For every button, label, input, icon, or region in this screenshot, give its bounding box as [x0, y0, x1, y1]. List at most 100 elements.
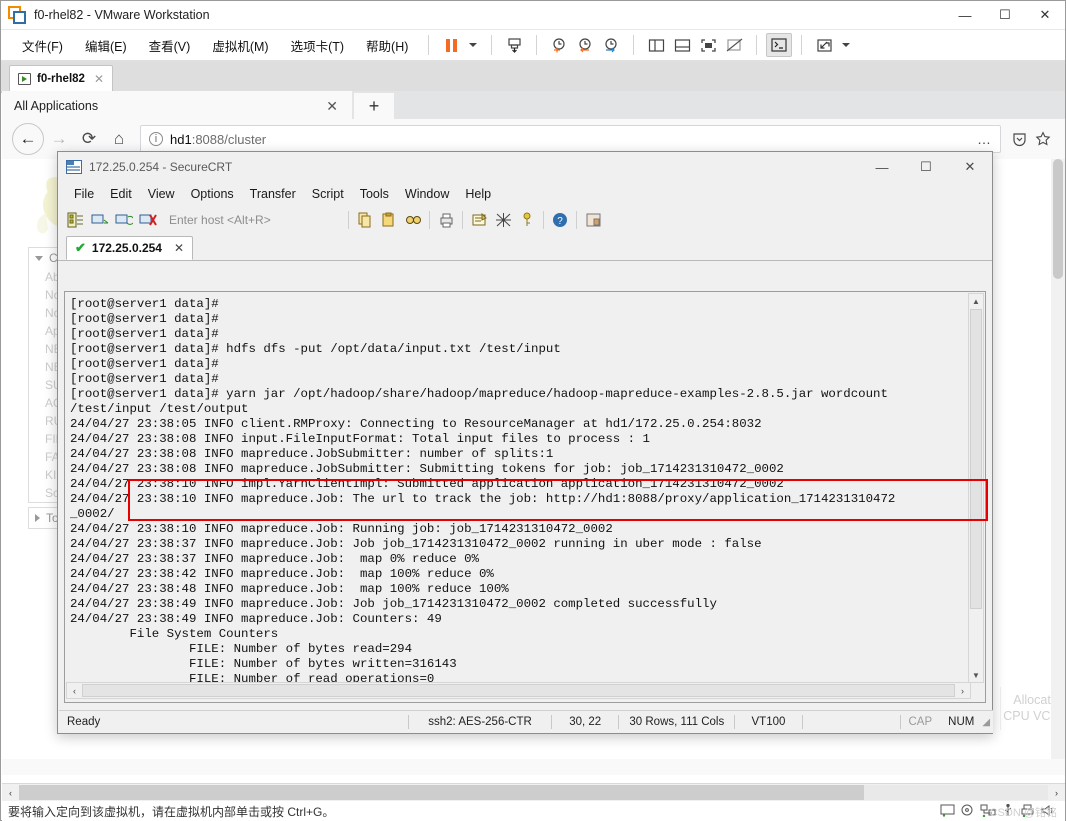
- console-split-icon[interactable]: [669, 33, 695, 57]
- vm-scroll-thumb[interactable]: [19, 785, 864, 800]
- terminal-line: 24/04/27 23:38:10 INFO mapreduce.Job: Th…: [70, 492, 896, 506]
- reconnect-icon[interactable]: [112, 209, 136, 231]
- forward-button[interactable]: →: [44, 124, 74, 154]
- crt-menu-transfer[interactable]: Transfer: [242, 185, 304, 203]
- terminal-icon[interactable]: [766, 33, 793, 57]
- terminal-scroll-thumb[interactable]: [970, 309, 982, 609]
- browser-tab-close-icon[interactable]: ✕: [320, 98, 344, 115]
- help-icon[interactable]: ?: [548, 209, 572, 231]
- vm-tab-close-icon[interactable]: ✕: [94, 72, 104, 86]
- stretch-caret-icon[interactable]: [842, 43, 851, 47]
- browser-tab-label: All Applications: [14, 99, 99, 113]
- page-scrollbar[interactable]: [1051, 159, 1065, 759]
- copy-icon[interactable]: [353, 209, 377, 231]
- crt-menu-window[interactable]: Window: [397, 185, 457, 203]
- terminal-hscroll-thumb[interactable]: [82, 684, 955, 697]
- toolbar-separator: [576, 211, 577, 229]
- vm-scroll-track[interactable]: [19, 785, 1048, 800]
- disconnect-icon[interactable]: [136, 209, 160, 231]
- maximize-button[interactable]: ☐: [985, 1, 1025, 29]
- terminal-line: FILE: Number of bytes read=294: [70, 642, 413, 656]
- address-bar[interactable]: i hd1 :8088/cluster …: [140, 125, 1001, 153]
- terminal-line: 24/04/27 23:38:48 INFO mapreduce.Job: ma…: [70, 582, 509, 596]
- terminal-line: [root@server1 data]# yarn jar /opt/hadoo…: [70, 387, 888, 401]
- terminal-line: FILE: Number of bytes written=316143: [70, 657, 457, 671]
- scroll-down-arrow-icon[interactable]: ▼: [969, 668, 983, 682]
- revert-snapshot-icon[interactable]: [572, 33, 598, 57]
- terminal-output[interactable]: [root@server1 data]# [root@server1 data]#…: [66, 293, 971, 683]
- session-options-icon[interactable]: [581, 209, 605, 231]
- menu-edit[interactable]: 编辑(E): [74, 33, 138, 58]
- terminal-horizontal-scrollbar[interactable]: ‹ ›: [66, 682, 971, 699]
- firefox-tabbar: All Applications ✕ +: [2, 91, 1065, 119]
- new-tab-button[interactable]: +: [354, 93, 394, 119]
- crt-menu-help[interactable]: Help: [457, 185, 499, 203]
- menu-help[interactable]: 帮助(H): [355, 33, 419, 58]
- status-emulation: VT100: [751, 716, 786, 728]
- crt-menu-file[interactable]: File: [66, 185, 102, 203]
- home-button[interactable]: ⌂: [104, 124, 134, 154]
- scroll-right-arrow-icon[interactable]: ›: [955, 686, 970, 696]
- vm-scroll-left-icon[interactable]: ‹: [2, 788, 19, 798]
- snapshot-icon[interactable]: [501, 33, 527, 57]
- find-icon[interactable]: [401, 209, 425, 231]
- vm-power-icon: [18, 73, 31, 85]
- vm-tab-f0-rhel82[interactable]: f0-rhel82 ✕: [9, 65, 113, 92]
- snapshot-manager-icon[interactable]: [598, 33, 624, 57]
- bookmark-star-icon[interactable]: [1031, 126, 1055, 152]
- crt-menu-tools[interactable]: Tools: [352, 185, 397, 203]
- reload-button[interactable]: ⟳: [74, 124, 104, 154]
- menu-view[interactable]: 查看(V): [138, 33, 202, 58]
- crt-menu-options[interactable]: Options: [183, 185, 242, 203]
- minimize-button[interactable]: —: [945, 1, 985, 29]
- vm-horizontal-scrollbar[interactable]: ‹ ›: [2, 783, 1065, 801]
- dropdown-caret-icon[interactable]: [469, 43, 478, 47]
- securecrt-maximize-button[interactable]: ☐: [904, 152, 948, 182]
- crt-menu-script[interactable]: Script: [304, 185, 352, 203]
- connect-icon[interactable]: [88, 209, 112, 231]
- page-scrollbar-thumb[interactable]: [1053, 159, 1063, 279]
- hard-disk-icon[interactable]: [940, 804, 957, 818]
- menu-vm[interactable]: 虚拟机(M): [201, 33, 279, 58]
- take-snapshot-icon[interactable]: [546, 33, 572, 57]
- fullscreen-icon[interactable]: [695, 33, 721, 57]
- resize-grip-icon[interactable]: ◢: [982, 717, 990, 728]
- menu-tabs[interactable]: 选项卡(T): [280, 33, 355, 58]
- cd-drive-icon[interactable]: [960, 804, 977, 818]
- session-tab-172-25-0-254[interactable]: ✔ 172.25.0.254 ✕: [66, 236, 194, 260]
- menu-file[interactable]: 文件(F): [11, 33, 74, 58]
- print-icon[interactable]: [434, 209, 458, 231]
- session-manager-icon[interactable]: [64, 209, 88, 231]
- status-dimensions: 30 Rows, 111 Cols: [629, 716, 725, 728]
- protocol-icon[interactable]: [491, 209, 515, 231]
- unity-icon[interactable]: [721, 33, 747, 57]
- vm-scroll-right-icon[interactable]: ›: [1048, 788, 1065, 798]
- securecrt-close-button[interactable]: ✕: [948, 152, 992, 182]
- vmware-window-title: f0-rhel82 - VMware Workstation: [34, 8, 210, 22]
- terminal-line: [root@server1 data]# hdfs dfs -put /opt/…: [70, 342, 561, 356]
- pocket-icon[interactable]: [1007, 126, 1031, 152]
- browser-tab-all-applications[interactable]: All Applications ✕: [2, 91, 352, 119]
- session-tab-close-icon[interactable]: ✕: [174, 241, 184, 255]
- host-input[interactable]: Enter host <Alt+R>: [165, 210, 339, 230]
- scroll-up-arrow-icon[interactable]: ▲: [969, 294, 983, 308]
- dual-pane-icon[interactable]: [643, 33, 669, 57]
- terminal-line: 24/04/27 23:38:49 INFO mapreduce.Job: Jo…: [70, 597, 717, 611]
- close-button[interactable]: ✕: [1025, 1, 1065, 29]
- paste-icon[interactable]: [377, 209, 401, 231]
- toolbar-separator: [462, 211, 463, 229]
- key-icon[interactable]: [515, 209, 539, 231]
- terminal-line: 24/04/27 23:38:10 INFO mapreduce.Job: Ru…: [70, 522, 613, 536]
- stretch-icon[interactable]: [811, 33, 837, 57]
- scroll-left-arrow-icon[interactable]: ‹: [67, 686, 82, 696]
- crt-menu-edit[interactable]: Edit: [102, 185, 140, 203]
- back-button[interactable]: ←: [12, 123, 44, 155]
- log-session-icon[interactable]: [467, 209, 491, 231]
- terminal-vertical-scrollbar[interactable]: ▲ ▼: [968, 293, 984, 683]
- site-info-icon[interactable]: i: [149, 132, 163, 146]
- crt-menu-view[interactable]: View: [140, 185, 183, 203]
- pause-icon[interactable]: [438, 33, 464, 57]
- securecrt-minimize-button[interactable]: —: [860, 152, 904, 182]
- page-actions-icon[interactable]: …: [977, 131, 992, 147]
- vmware-statusbar: 要将输入定向到该虚拟机，请在虚拟机内部单击或按 Ctrl+G。: [2, 801, 1065, 821]
